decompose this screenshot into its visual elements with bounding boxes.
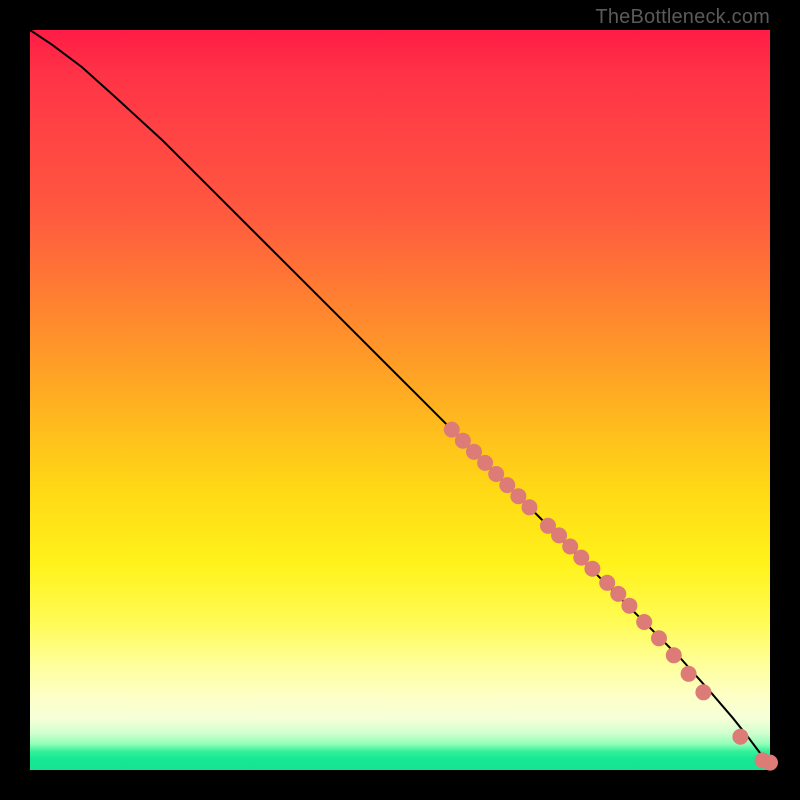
data-point xyxy=(610,586,626,602)
data-point xyxy=(584,561,600,577)
data-point xyxy=(666,647,682,663)
data-point xyxy=(732,729,748,745)
data-point xyxy=(621,598,637,614)
curve-line xyxy=(30,30,770,763)
watermark-label: TheBottleneck.com xyxy=(595,6,770,29)
data-point xyxy=(651,630,667,646)
chart-svg xyxy=(30,30,770,770)
plot-area xyxy=(30,30,770,770)
data-point xyxy=(522,499,538,515)
points-group xyxy=(444,422,778,771)
data-point xyxy=(695,684,711,700)
data-point xyxy=(636,614,652,630)
data-point xyxy=(681,666,697,682)
data-point xyxy=(762,755,778,771)
chart-stage: TheBottleneck.com xyxy=(0,0,800,800)
